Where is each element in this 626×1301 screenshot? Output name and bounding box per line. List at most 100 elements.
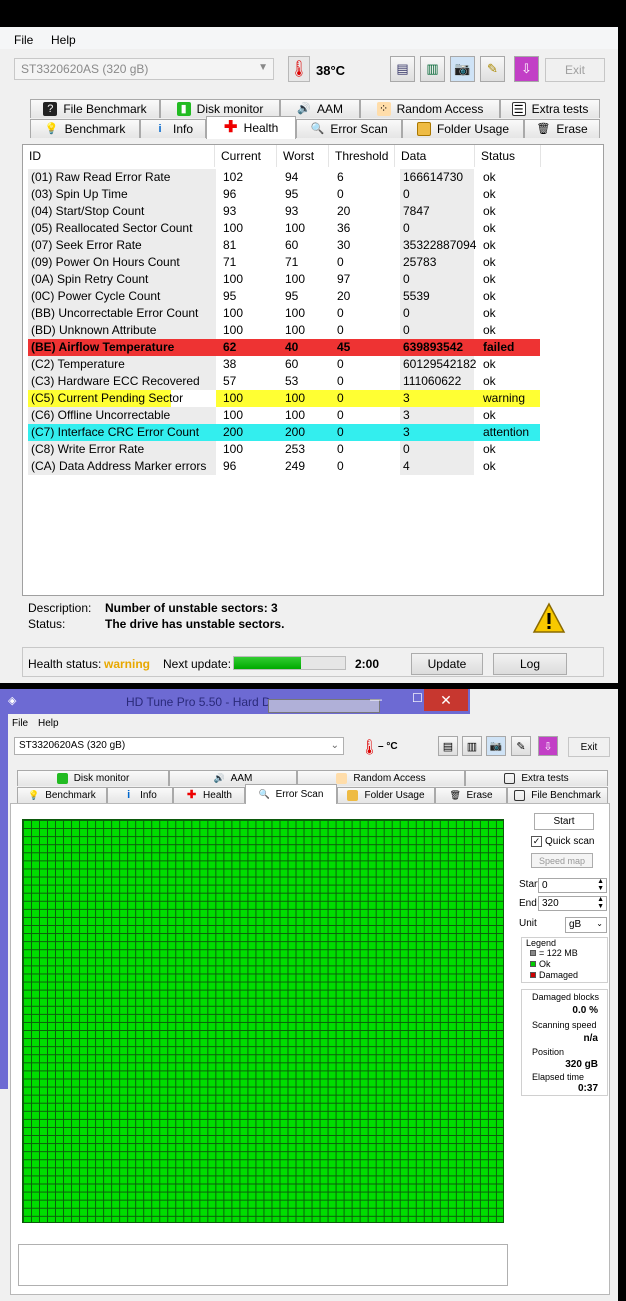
log-textarea[interactable] <box>18 1244 508 1286</box>
tab-extra-tests[interactable]: ☰ Extra tests <box>500 99 600 118</box>
trash-icon: 🗑 <box>536 123 551 135</box>
chevron-down-icon[interactable]: ▼ <box>258 62 268 73</box>
update-button[interactable]: Update <box>411 653 483 675</box>
drive-select[interactable]: ST3320620AS (320 gB) ⌄ <box>14 737 344 755</box>
tab-folder-usage[interactable]: Folder Usage <box>402 119 524 138</box>
legend-label-ok: Ok <box>539 959 551 969</box>
extra-tests-icon <box>504 773 516 784</box>
table-cell-data: 7847 <box>403 204 430 218</box>
options-icon[interactable]: ✎ <box>480 56 505 82</box>
table-row[interactable]: (0C) Power Cycle Count 95 95 20 5539 ok <box>28 288 540 305</box>
tab-file-benchmark[interactable]: File Benchmark <box>507 787 608 803</box>
copy-text-icon[interactable]: ▤ <box>390 56 415 82</box>
tab-info[interactable]: i Info <box>107 787 173 803</box>
table-row[interactable]: (03) Spin Up Time 96 95 0 0 ok <box>28 186 540 203</box>
copy-clipboard-icon[interactable]: ▥ <box>420 56 445 82</box>
table-cell-id: (C7) Interface CRC Error Count <box>31 425 200 439</box>
table-cell-current: 81 <box>223 238 237 252</box>
elapsed-time-label: Elapsed time <box>532 1072 585 1082</box>
table-row[interactable]: (05) Reallocated Sector Count 100 100 36 0 ok <box>28 220 540 237</box>
exit-button[interactable]: Exit <box>568 737 610 757</box>
table-row[interactable]: (01) Raw Read Error Rate 102 94 6 166614730 o… <box>28 169 540 186</box>
table-cell-data: 5539 <box>403 289 430 303</box>
magnifier-icon: 🔍 <box>258 789 270 799</box>
download-arrow-icon[interactable]: ⇩ <box>538 736 558 756</box>
close-icon[interactable]: ✕ <box>424 689 468 711</box>
menu-file[interactable]: File <box>14 33 33 47</box>
menu-file[interactable]: File <box>12 718 28 729</box>
table-cell-threshold: 45 <box>337 340 351 354</box>
spinner-arrows-icon[interactable]: ▲ ▼ <box>597 896 604 910</box>
unit-select[interactable]: gB ⌄ <box>565 917 607 933</box>
tab-benchmark[interactable]: 💡 Benchmark <box>17 787 107 803</box>
minimize-icon[interactable]: — <box>370 692 382 706</box>
speed-map-button[interactable]: Speed map <box>531 853 593 868</box>
tab-erase[interactable]: 🗑 Erase <box>524 119 600 138</box>
table-row[interactable]: (BE) Airflow Temperature 62 40 45 639893542 f… <box>28 339 540 356</box>
end-input[interactable]: 320 ▲ ▼ <box>538 896 607 911</box>
table-row[interactable]: (C2) Temperature 38 60 0 60129542182 ok <box>28 356 540 373</box>
table-cell-data: 3 <box>403 408 410 422</box>
table-row[interactable]: (BD) Unknown Attribute 100 100 0 0 ok <box>28 322 540 339</box>
col-header-data[interactable]: Data <box>395 145 475 167</box>
tab-random-access[interactable]: ⁘ Random Access <box>360 99 500 118</box>
table-row[interactable]: (09) Power On Hours Count 71 71 0 25783 ok <box>28 254 540 271</box>
menu-help[interactable]: Help <box>38 718 59 729</box>
copy-text-icon[interactable]: ▤ <box>438 736 458 756</box>
cell-shading <box>400 220 474 237</box>
tab-info[interactable]: i Info <box>140 119 206 138</box>
benchmark-icon: 💡 <box>28 790 40 800</box>
drive-select[interactable]: ST3320620AS (320 gB) ▼ <box>14 58 274 80</box>
camera-icon[interactable]: 📷 <box>450 56 475 82</box>
tab-error-scan[interactable]: 🔍 Error Scan <box>245 784 337 804</box>
table-cell-id: (01) Raw Read Error Rate <box>31 170 171 184</box>
exit-button[interactable]: Exit <box>545 58 605 82</box>
chevron-down-icon[interactable]: ⌄ <box>596 919 603 928</box>
col-header-worst[interactable]: Worst <box>277 145 329 167</box>
log-button[interactable]: Log <box>493 653 567 675</box>
table-row[interactable]: (0A) Spin Retry Count 100 100 97 0 ok <box>28 271 540 288</box>
title-bar: ◈ HD Tune Pro 5.50 - Hard D — ☐ ✕ <box>0 689 470 714</box>
temperature-readout: – °C <box>378 741 398 752</box>
table-row[interactable]: (07) Seek Error Rate 81 60 30 35322887094 ok <box>28 237 540 254</box>
table-row[interactable]: (04) Start/Stop Count 93 93 20 7847 ok <box>28 203 540 220</box>
maximize-icon[interactable]: ☐ <box>412 691 423 705</box>
tab-disk-monitor[interactable]: Disk monitor <box>17 770 169 786</box>
tab-folder-usage[interactable]: Folder Usage <box>337 787 435 803</box>
tab-error-scan[interactable]: 🔍 Error Scan <box>296 119 402 138</box>
download-arrow-icon[interactable]: ⇩ <box>514 56 539 82</box>
col-header-threshold[interactable]: Threshold <box>329 145 395 167</box>
table-row[interactable]: (BB) Uncorrectable Error Count 100 100 0 0 ok <box>28 305 540 322</box>
quick-scan-checkbox[interactable]: ✓ <box>531 836 542 847</box>
menu-help[interactable]: Help <box>51 33 76 47</box>
chevron-down-icon[interactable]: ⌄ <box>331 740 339 751</box>
legend-box: Legend = 122 MB Ok Damaged <box>521 937 608 983</box>
table-cell-id: (C2) Temperature <box>31 357 125 371</box>
table-row[interactable]: (CA) Data Address Marker errors 96 249 0 4 ok <box>28 458 540 475</box>
spinner-arrows-icon[interactable]: ▲ ▼ <box>597 878 604 892</box>
table-cell-id: (CA) Data Address Marker errors <box>31 459 207 473</box>
start-scan-button[interactable]: Start <box>534 813 594 830</box>
col-header-current[interactable]: Current <box>215 145 277 167</box>
tab-erase[interactable]: 🗑 Erase <box>435 787 507 803</box>
table-row[interactable]: (C7) Interface CRC Error Count 200 200 0 3 at… <box>28 424 540 441</box>
table-row[interactable]: (C5) Current Pending Sector 100 100 0 3 warni… <box>28 390 540 407</box>
tab-extra-tests[interactable]: Extra tests <box>465 770 608 786</box>
table-row[interactable]: (C6) Offline Uncorrectable 100 100 0 3 ok <box>28 407 540 424</box>
tab-health[interactable]: ✚ Health <box>173 787 245 803</box>
copy-clipboard-icon[interactable]: ▥ <box>462 736 482 756</box>
table-cell-status: ok <box>483 459 496 473</box>
tab-file-benchmark[interactable]: ? File Benchmark <box>30 99 160 118</box>
tab-health[interactable]: ✚ Health <box>206 116 296 139</box>
col-header-status[interactable]: Status <box>475 145 541 167</box>
start-input[interactable]: 0 ▲ ▼ <box>538 878 607 893</box>
health-window: File Help ST3320620AS (320 gB) ▼ 🌡 38°C … <box>0 27 618 683</box>
options-icon[interactable]: ✎ <box>511 736 531 756</box>
tab-benchmark[interactable]: 💡 Benchmark <box>30 119 140 138</box>
camera-icon[interactable]: 📷 <box>486 736 506 756</box>
smart-table: ID Current Worst Threshold Data Status (… <box>22 144 604 596</box>
table-row[interactable]: (C8) Write Error Rate 100 253 0 0 ok <box>28 441 540 458</box>
table-cell-id: (04) Start/Stop Count <box>31 204 145 218</box>
table-row[interactable]: (C3) Hardware ECC Recovered 57 53 0 11106062… <box>28 373 540 390</box>
col-header-id[interactable]: ID <box>23 145 215 167</box>
